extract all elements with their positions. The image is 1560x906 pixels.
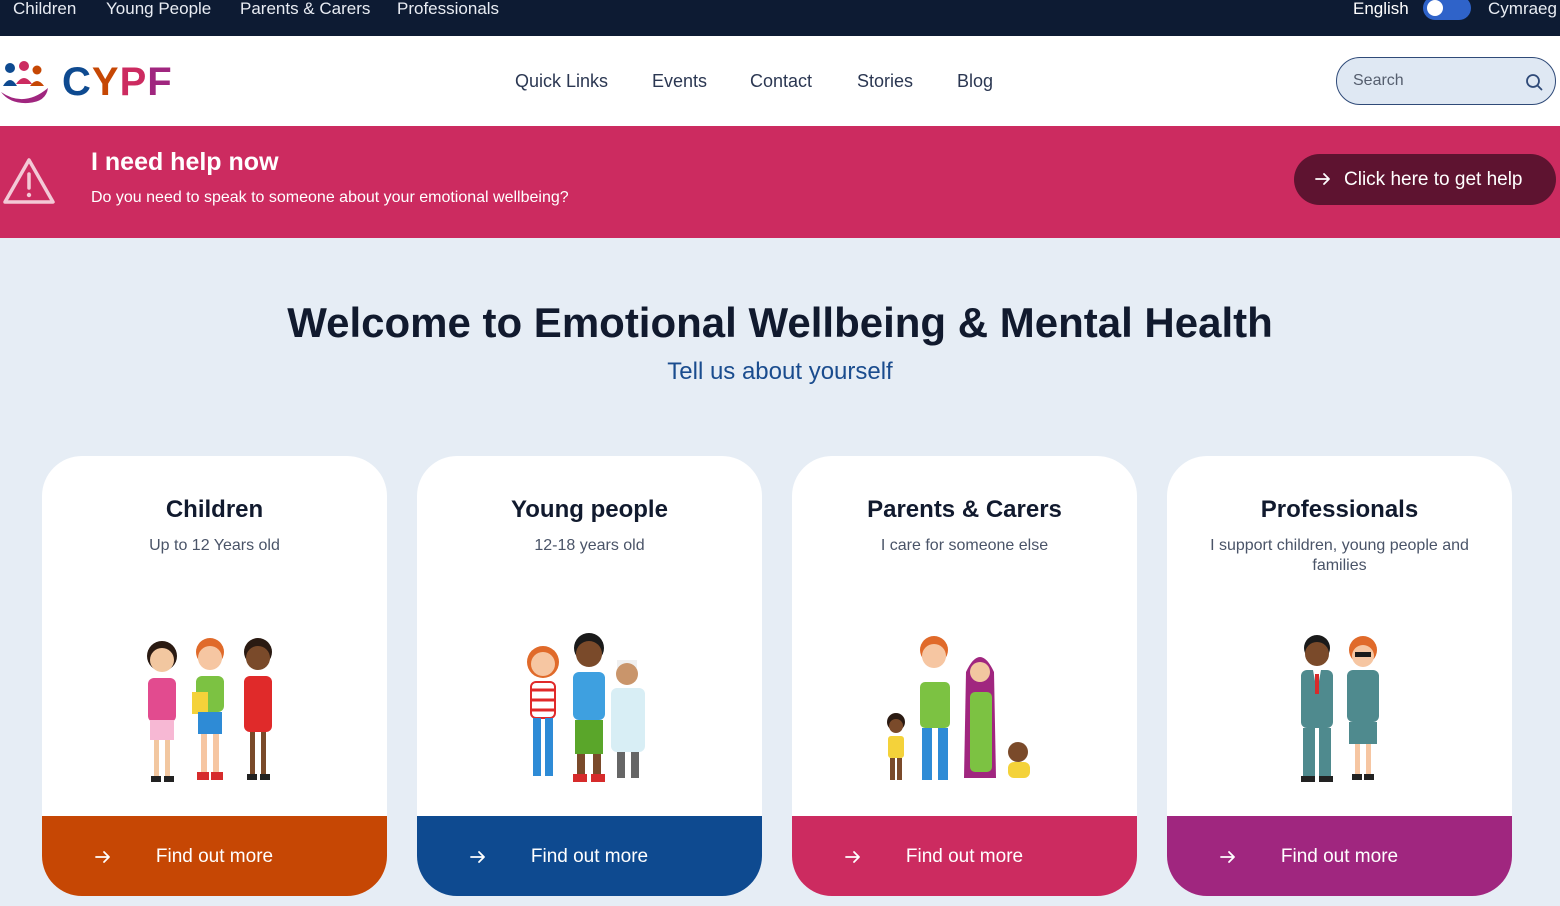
language-toggle-knob: [1427, 0, 1443, 16]
card-title: Young people: [511, 496, 668, 523]
topbar-link-young-people[interactable]: Young People: [106, 0, 211, 18]
nav-blog[interactable]: Blog: [957, 70, 993, 92]
help-now-banner: I need help now Do you need to speak to …: [0, 126, 1560, 238]
audience-card-professionals: Professionals I support children, young …: [1167, 456, 1512, 896]
get-help-button-label: Click here to get help: [1344, 169, 1523, 190]
audience-card-young-people: Young people 12-18 years old Find out mo…: [417, 456, 762, 896]
card-cta-label: Find out more: [530, 846, 649, 867]
topbar-link-parents-carers[interactable]: Parents & Carers: [240, 0, 370, 18]
card-subtitle: 12-18 years old: [534, 537, 645, 554]
nav-stories[interactable]: Stories: [857, 70, 913, 92]
nav-events[interactable]: Events: [652, 70, 707, 92]
nav-contact[interactable]: Contact: [750, 70, 812, 92]
language-english-label: English: [1353, 0, 1409, 18]
language-toggle[interactable]: [1423, 0, 1471, 20]
logo-wordmark-text: CYPF: [62, 60, 173, 104]
get-help-button[interactable]: Click here to get help: [1294, 154, 1556, 205]
help-subtitle: Do you need to speak to someone about yo…: [91, 189, 569, 206]
audience-card-parents-carers: Parents & Carers I care for someone else…: [792, 456, 1137, 896]
arrow-right-icon: [1315, 173, 1330, 185]
logo-wordmark: CYPF: [62, 62, 173, 102]
warning-icon: [3, 158, 55, 204]
card-cta-button[interactable]: Find out more: [417, 816, 762, 896]
card-subtitle: I support children, young people and fam…: [1210, 537, 1469, 574]
language-welsh-label[interactable]: Cymraeg: [1488, 0, 1557, 18]
audience-card-children: Children Up to 12 Years old Find out mor…: [42, 456, 387, 896]
card-cta-button[interactable]: Find out more: [42, 816, 387, 896]
page-title: Welcome to Emotional Wellbeing & Mental …: [287, 299, 1273, 346]
search-icon[interactable]: [1525, 73, 1543, 91]
children-illustration: [147, 638, 272, 782]
topbar-link-children[interactable]: Children: [13, 0, 76, 18]
search-input[interactable]: [1353, 68, 1513, 94]
professionals-illustration: [1301, 635, 1379, 782]
search-box: [1336, 57, 1556, 105]
topbar-link-professionals[interactable]: Professionals: [397, 0, 499, 18]
family-logo-icon: [1, 61, 48, 104]
card-title: Children: [165, 496, 264, 523]
card-subtitle: I care for someone else: [880, 537, 1049, 554]
audience-topbar: Children Young People Parents & Carers P…: [0, 0, 1560, 36]
card-title: Parents & Carers: [867, 496, 1062, 523]
card-subtitle: Up to 12 Years old: [149, 537, 280, 554]
parents-carers-illustration: [887, 636, 1030, 780]
card-cta-button[interactable]: Find out more: [1167, 816, 1512, 896]
card-title: Professionals: [1260, 496, 1419, 523]
page-subtitle: Tell us about yourself: [667, 358, 893, 385]
help-title: I need help now: [91, 148, 279, 176]
card-cta-button[interactable]: Find out more: [792, 816, 1137, 896]
card-cta-label: Find out more: [155, 846, 274, 867]
site-header: CYPF Quick Links Events Contact Stories …: [0, 36, 1560, 126]
card-cta-label: Find out more: [1280, 846, 1399, 867]
young-people-illustration: [527, 633, 645, 782]
nav-quick-links[interactable]: Quick Links: [515, 70, 608, 92]
site-logo[interactable]: CYPF: [0, 58, 190, 104]
card-cta-label: Find out more: [905, 846, 1024, 867]
